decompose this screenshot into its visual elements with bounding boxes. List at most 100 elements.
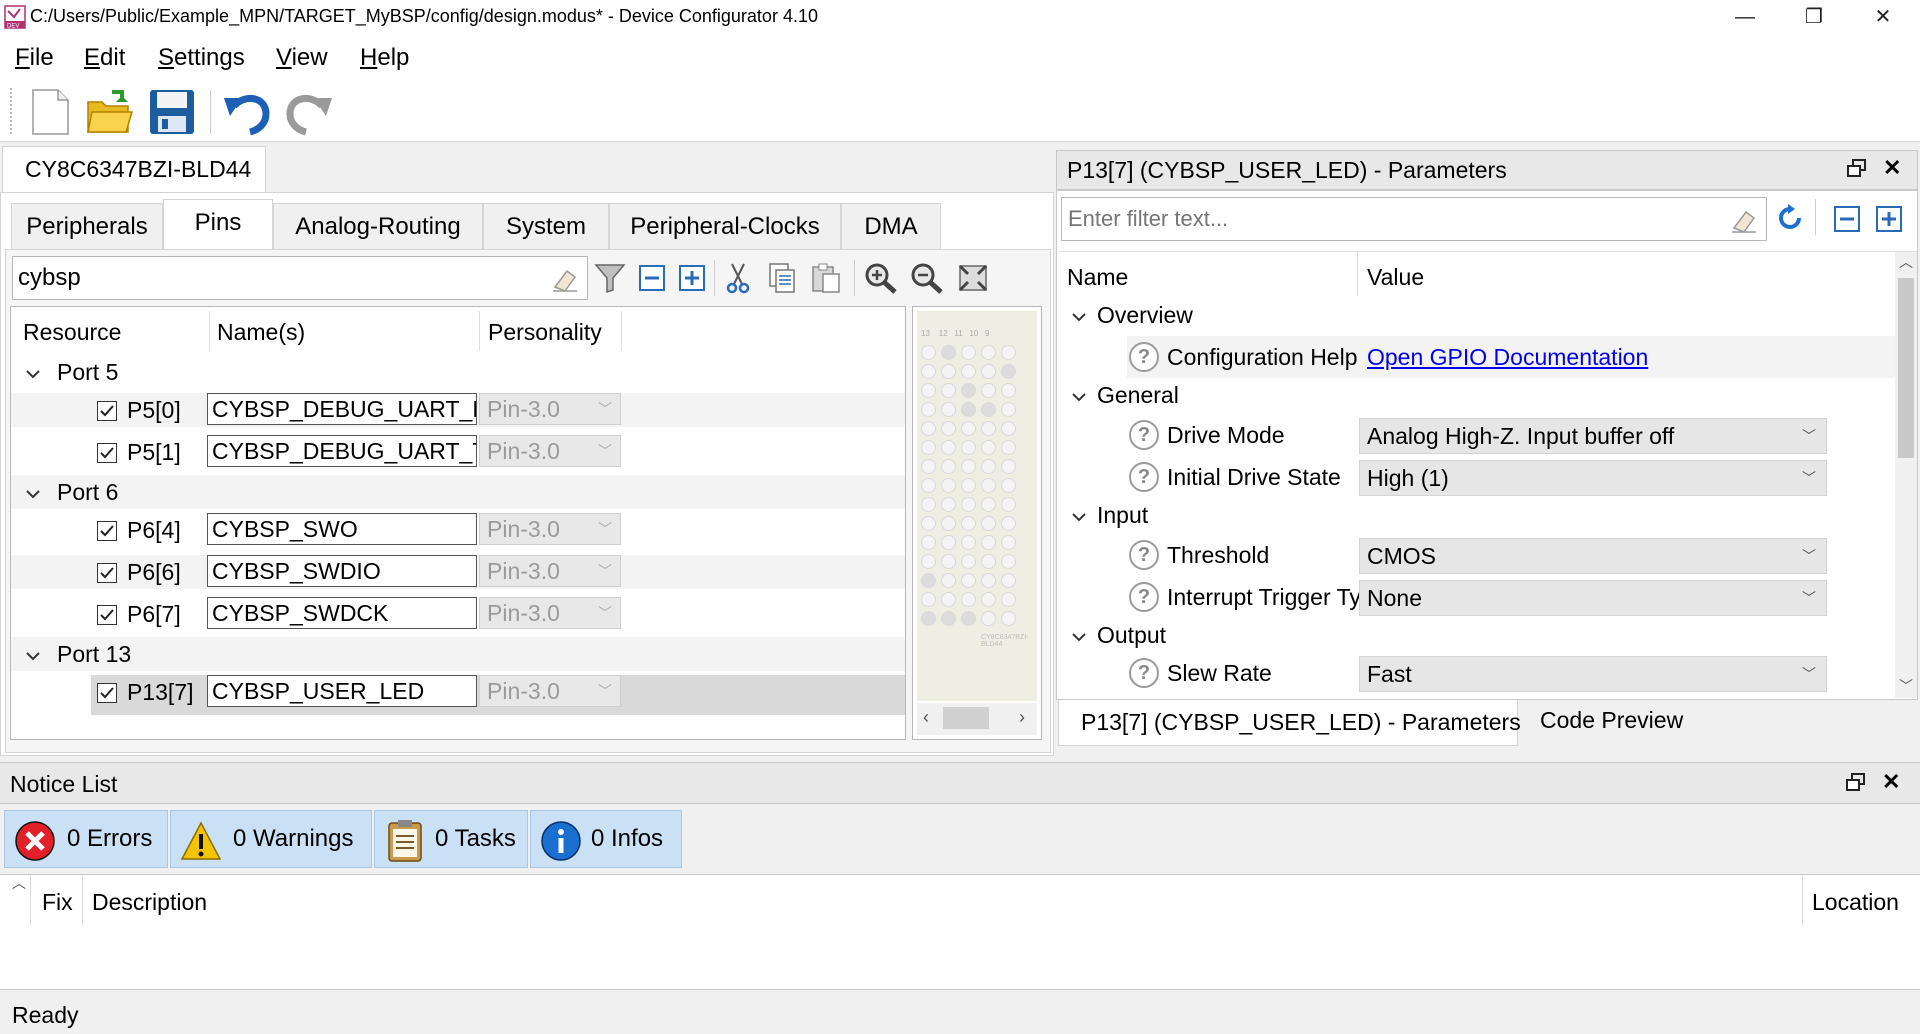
package-pin[interactable] [981, 611, 996, 626]
package-pin[interactable] [921, 611, 936, 626]
chevron-down-icon[interactable] [23, 483, 43, 503]
package-pin[interactable] [941, 497, 956, 512]
package-pin[interactable] [981, 459, 996, 474]
package-pin[interactable] [981, 364, 996, 379]
paste-icon[interactable] [810, 262, 842, 294]
tree-group-port13[interactable] [11, 637, 905, 671]
minimize-button[interactable]: — [1710, 0, 1780, 36]
tree-group-port6[interactable] [11, 475, 905, 509]
scroll-up-icon[interactable]: ︿ [1899, 252, 1913, 272]
chevron-down-icon[interactable] [23, 645, 43, 665]
package-pin[interactable] [981, 402, 996, 417]
pin-enable-checkbox[interactable] [97, 443, 117, 463]
package-pin[interactable] [961, 383, 976, 398]
package-pin[interactable] [941, 592, 956, 607]
package-pin[interactable] [941, 535, 956, 550]
redo-icon[interactable] [284, 88, 332, 136]
package-pin[interactable] [921, 478, 936, 493]
save-icon[interactable] [148, 88, 196, 136]
column-header-location[interactable]: Location [1812, 889, 1899, 916]
chevron-down-icon[interactable] [23, 363, 43, 383]
package-pin[interactable] [961, 478, 976, 493]
package-pin[interactable] [981, 440, 996, 455]
package-pin[interactable] [961, 345, 976, 360]
scrollbar-thumb[interactable] [943, 707, 989, 729]
tab-system[interactable]: System [483, 203, 609, 249]
package-pin[interactable] [941, 440, 956, 455]
restore-button[interactable]: ❐ [1779, 0, 1849, 36]
chevron-down-icon[interactable] [1069, 626, 1089, 646]
package-pin[interactable] [981, 345, 996, 360]
package-pin[interactable] [921, 535, 936, 550]
errors-filter-button[interactable]: 0 Errors [4, 810, 168, 868]
fit-to-window-icon[interactable] [956, 262, 990, 294]
float-window-icon[interactable] [1844, 771, 1868, 795]
package-pin[interactable] [941, 554, 956, 569]
package-pin[interactable] [921, 497, 936, 512]
initial-drive-state-select[interactable]: High (1) ﹀ [1359, 460, 1827, 496]
package-pin[interactable] [961, 573, 976, 588]
chevron-down-icon[interactable] [1069, 506, 1089, 526]
chevron-down-icon[interactable] [1069, 306, 1089, 326]
package-pin[interactable] [1001, 440, 1016, 455]
zoom-out-icon[interactable] [910, 262, 944, 294]
package-pin[interactable] [1001, 554, 1016, 569]
pin-name-input[interactable]: CYBSP_DEBUG_UART_TX [207, 435, 477, 467]
interrupt-trigger-type-select[interactable]: None ﹀ [1359, 580, 1827, 616]
package-pin[interactable] [921, 516, 936, 531]
refresh-icon[interactable] [1775, 203, 1805, 233]
pin-enable-checkbox[interactable] [97, 521, 117, 541]
clear-filter-icon[interactable] [1730, 206, 1758, 234]
menu-settings[interactable]: Settings [158, 44, 245, 72]
clear-filter-icon[interactable] [551, 265, 579, 293]
package-pin[interactable] [961, 535, 976, 550]
package-pin[interactable] [921, 421, 936, 436]
pin-enable-checkbox[interactable] [97, 683, 117, 703]
menu-view[interactable]: View [276, 44, 328, 72]
drive-mode-select[interactable]: Analog High-Z. Input buffer off ﹀ [1359, 418, 1827, 454]
package-pin[interactable] [941, 459, 956, 474]
collapse-all-icon[interactable] [1833, 205, 1861, 233]
pin-enable-checkbox[interactable] [97, 605, 117, 625]
package-pin[interactable] [941, 364, 956, 379]
pin-name-input[interactable]: CYBSP_SWO [207, 513, 477, 545]
zoom-in-icon[interactable] [864, 262, 898, 294]
package-pin[interactable] [981, 421, 996, 436]
package-pin[interactable] [921, 592, 936, 607]
chevron-down-icon[interactable] [1069, 386, 1089, 406]
sort-up-icon[interactable]: ︿ [12, 873, 26, 893]
package-pin[interactable] [921, 402, 936, 417]
gpio-documentation-link[interactable]: Open GPIO Documentation [1367, 344, 1648, 371]
vertical-scrollbar[interactable]: ︿ ﹀ [1895, 252, 1917, 698]
package-pin[interactable] [1001, 402, 1016, 417]
help-icon[interactable]: ? [1129, 582, 1159, 612]
device-tab[interactable]: CY8C6347BZI-BLD44 [2, 146, 266, 192]
threshold-select[interactable]: CMOS ﹀ [1359, 538, 1827, 574]
package-pin[interactable] [961, 592, 976, 607]
package-pin[interactable] [961, 516, 976, 531]
tab-dma[interactable]: DMA [841, 203, 941, 249]
pin-name-input[interactable]: CYBSP_DEBUG_UART_RX [207, 393, 477, 425]
package-pin[interactable] [941, 402, 956, 417]
package-pin[interactable] [921, 383, 936, 398]
package-pin[interactable] [1001, 459, 1016, 474]
pins-filter-input[interactable] [13, 257, 533, 299]
package-pin[interactable] [961, 459, 976, 474]
package-pin[interactable] [981, 478, 996, 493]
tasks-filter-button[interactable]: 0 Tasks [374, 810, 528, 868]
horizontal-scrollbar[interactable]: ‹ › [917, 703, 1037, 735]
parameters-filter-input[interactable] [1062, 198, 1712, 240]
package-pin[interactable] [1001, 611, 1016, 626]
filter-icon[interactable] [594, 262, 626, 294]
close-panel-icon[interactable]: ✕ [1883, 155, 1901, 181]
collapse-all-icon[interactable] [638, 264, 666, 292]
package-pin[interactable] [941, 383, 956, 398]
package-pin[interactable] [961, 402, 976, 417]
package-pin[interactable] [1001, 383, 1016, 398]
column-header-personality[interactable]: Personality [488, 319, 602, 346]
package-pin[interactable] [1001, 535, 1016, 550]
package-pin[interactable] [1001, 364, 1016, 379]
package-pin[interactable] [941, 611, 956, 626]
help-icon[interactable]: ? [1129, 540, 1159, 570]
package-pin[interactable] [981, 535, 996, 550]
